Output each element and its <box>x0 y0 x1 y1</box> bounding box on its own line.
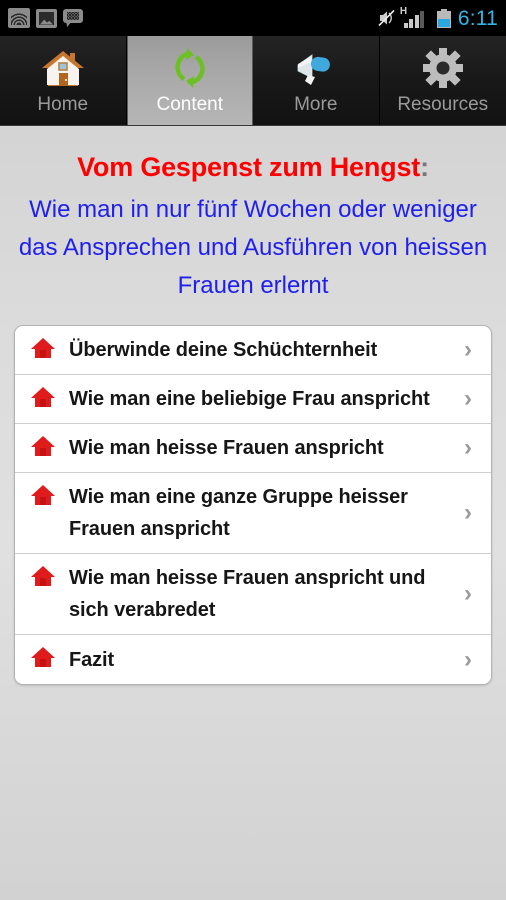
content-list: Überwinde deine Schüchternheit › Wie man… <box>14 325 492 685</box>
list-item-label: Überwinde deine Schüchternheit <box>69 339 378 361</box>
page-title: Vom Gespenst zum Hengst: <box>6 150 500 184</box>
tab-home-label: Home <box>37 94 89 115</box>
chevron-right-icon: › <box>464 385 472 412</box>
status-bar-left-icons <box>8 8 83 28</box>
mute-icon <box>377 9 397 27</box>
list-item[interactable]: Wie man heisse Frauen anspricht › <box>15 424 491 473</box>
house-icon <box>36 43 90 93</box>
list-item-label: Wie man heisse Frauen anspricht <box>69 437 384 459</box>
tab-content-label: Content <box>156 94 224 115</box>
gallery-icon <box>36 8 57 28</box>
content-area: Vom Gespenst zum Hengst: Wie man in nur … <box>0 126 506 900</box>
page-subtitle: Wie man in nur fünf Wochen oder weniger … <box>18 196 488 299</box>
list-item-label: Wie man eine ganze Gruppe heisser Frauen… <box>69 486 408 540</box>
tab-resources[interactable]: Resources <box>379 36 506 125</box>
tab-home[interactable]: Home <box>0 36 127 125</box>
status-bar-right-icons: H 6:11 <box>377 6 498 30</box>
page-title-text: Vom Gespenst zum Hengst <box>77 152 421 182</box>
house-icon <box>29 433 57 459</box>
list-item[interactable]: Überwinde deine Schüchternheit › <box>15 326 491 375</box>
house-icon <box>29 644 57 670</box>
megaphone-icon <box>289 43 343 93</box>
title-block: Vom Gespenst zum Hengst: Wie man in nur … <box>6 126 500 305</box>
gear-icon <box>416 43 470 93</box>
tab-more[interactable]: More <box>253 36 380 125</box>
app-screen: H 6:11 Home Content More Resources Vom G… <box>0 0 506 900</box>
tab-bar: Home Content More Resources <box>0 36 506 126</box>
refresh-icon <box>163 43 217 93</box>
house-icon <box>29 384 57 410</box>
house-icon <box>29 335 57 361</box>
tab-content[interactable]: Content <box>126 36 253 125</box>
bbm-message-icon <box>63 9 83 27</box>
status-bar-clock: 6:11 <box>457 6 498 30</box>
page-title-colon: : <box>420 152 429 182</box>
battery-icon <box>436 8 451 28</box>
list-item-label: Fazit <box>69 648 115 671</box>
list-item[interactable]: Fazit › <box>15 635 491 684</box>
chevron-right-icon: › <box>464 645 472 673</box>
chevron-right-icon: › <box>464 580 472 607</box>
hsdpa-signal-icon: H <box>400 7 430 28</box>
list-item-label: Wie man eine beliebige Frau anspricht <box>69 388 430 410</box>
tab-resources-label: Resources <box>397 94 489 115</box>
list-item-label: Wie man heisse Frauen anspricht und sich… <box>69 567 426 621</box>
house-icon <box>29 482 57 508</box>
network-type-label: H <box>399 6 408 17</box>
wifi-icon <box>8 8 30 28</box>
status-bar: H 6:11 <box>0 0 506 36</box>
chevron-right-icon: › <box>464 499 472 526</box>
list-item[interactable]: Wie man eine beliebige Frau anspricht › <box>15 375 491 424</box>
list-item[interactable]: Wie man eine ganze Gruppe heisser Frauen… <box>15 473 491 554</box>
tab-more-label: More <box>294 94 338 115</box>
chevron-right-icon: › <box>464 434 472 461</box>
house-icon <box>29 563 57 589</box>
chevron-right-icon: › <box>464 336 472 363</box>
list-item[interactable]: Wie man heisse Frauen anspricht und sich… <box>15 554 491 635</box>
